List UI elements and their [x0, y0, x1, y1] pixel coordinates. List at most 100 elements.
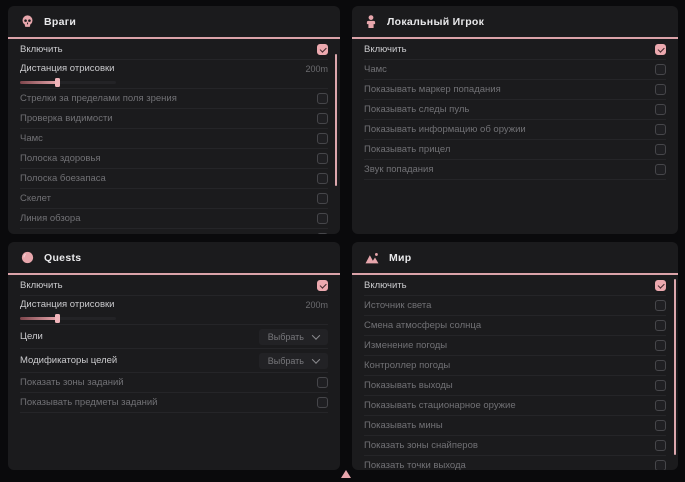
circle-icon — [21, 251, 34, 264]
checkbox[interactable] — [655, 400, 666, 411]
setting-row: Показать зоны заданий — [20, 373, 328, 393]
checkbox[interactable] — [317, 173, 328, 184]
checkbox[interactable] — [655, 420, 666, 431]
setting-row: Показывать прицел — [364, 140, 666, 160]
setting-label: Включить — [20, 280, 63, 291]
checkbox[interactable] — [655, 104, 666, 115]
setting-label: Показывать следы пуль — [20, 233, 125, 234]
person-icon — [365, 15, 377, 28]
checkbox[interactable] — [655, 124, 666, 135]
setting-row: Показать зоны снайперов — [364, 436, 666, 456]
checkbox[interactable] — [655, 84, 666, 95]
setting-label: Показать зоны заданий — [20, 377, 124, 388]
checkbox[interactable] — [655, 144, 666, 155]
checkbox[interactable] — [655, 440, 666, 451]
setting-label: Показывать информацию об оружии — [364, 124, 526, 135]
slider-fill — [20, 317, 58, 320]
checkbox[interactable] — [317, 397, 328, 408]
cursor-icon — [341, 470, 351, 478]
panel-header: Quests — [8, 242, 340, 275]
panel-quests: Quests Включить Дистанция отрисовки200mЦе… — [8, 242, 340, 470]
checkbox[interactable] — [317, 213, 328, 224]
setting-row: Проверка видимости — [20, 109, 328, 129]
checkbox[interactable] — [317, 233, 328, 234]
setting-row: Полоска боезапаса — [20, 169, 328, 189]
setting-row: ЦелиВыбрать — [20, 325, 328, 349]
setting-row: Показывать следы пуль — [364, 100, 666, 120]
panel-title: Локальный Игрок — [387, 16, 484, 28]
setting-row: Контроллер погоды — [364, 356, 666, 376]
setting-row: Изменение погоды — [364, 336, 666, 356]
panel-local-player: Локальный Игрок ВключитьЧамсПоказывать м… — [352, 6, 678, 234]
checkbox[interactable] — [655, 300, 666, 311]
setting-label: Изменение погоды — [364, 340, 447, 351]
checkbox[interactable] — [317, 153, 328, 164]
setting-label: Показать точки выхода — [364, 460, 466, 470]
checkbox[interactable] — [317, 193, 328, 204]
setting-row: Дистанция отрисовки 200m — [20, 60, 328, 89]
setting-row: Дистанция отрисовки200m — [20, 296, 328, 325]
checkbox[interactable] — [655, 320, 666, 331]
setting-label: Показать зоны снайперов — [364, 440, 478, 451]
setting-label: Включить — [20, 44, 63, 55]
setting-row: Включить — [20, 276, 328, 296]
setting-row: Показывать маркер попадания — [364, 80, 666, 100]
checkbox[interactable] — [655, 360, 666, 371]
checkbox[interactable] — [317, 377, 328, 388]
checkbox[interactable] — [317, 133, 328, 144]
setting-label: Источник света — [364, 300, 431, 311]
panel-title: Враги — [44, 16, 76, 28]
setting-label: Показывать мины — [364, 420, 443, 431]
checkbox[interactable] — [317, 44, 328, 55]
setting-label: Показывать стационарное оружие — [364, 400, 516, 411]
checkbox[interactable] — [655, 280, 666, 291]
setting-row: Включить — [20, 40, 328, 60]
setting-row: Смена атмосферы солнца — [364, 316, 666, 336]
setting-label: Чамс — [20, 133, 43, 144]
checkbox[interactable] — [655, 44, 666, 55]
scrollbar-thumb[interactable] — [335, 54, 338, 186]
slider[interactable] — [20, 314, 116, 323]
slider[interactable] — [20, 78, 116, 87]
setting-row: Чамс — [20, 129, 328, 149]
checkbox[interactable] — [317, 113, 328, 124]
setting-row: Звук попадания — [364, 160, 666, 180]
checkbox[interactable] — [655, 64, 666, 75]
checkbox[interactable] — [655, 380, 666, 391]
chevron-down-icon — [312, 355, 320, 363]
scrollbar-thumb[interactable] — [674, 279, 677, 455]
setting-row: Стрелки за пределами поля зрения — [20, 89, 328, 109]
checkbox[interactable] — [317, 280, 328, 291]
setting-label: Полоска боезапаса — [20, 173, 106, 184]
chevron-down-icon — [312, 331, 320, 339]
setting-label: Дистанция отрисовки — [20, 299, 114, 310]
setting-label: Модификаторы целей — [20, 355, 117, 366]
setting-label: Полоска здоровья — [20, 153, 101, 164]
setting-row: Скелет — [20, 189, 328, 209]
setting-label: Дистанция отрисовки — [20, 63, 114, 74]
setting-row: Показывать выходы — [364, 376, 666, 396]
setting-row: Включить — [364, 40, 666, 60]
cheat-menu-screen: Враги Включить Дистанция отрисовки 200m Стр… — [0, 0, 685, 482]
setting-label: Скелет — [20, 193, 51, 204]
panel-title: Quests — [44, 252, 81, 264]
setting-label: Показывать предметы заданий — [20, 397, 157, 408]
slider-value: 200m — [305, 64, 328, 74]
slider-knob[interactable] — [55, 78, 60, 87]
setting-row: Показывать мины — [364, 416, 666, 436]
checkbox[interactable] — [655, 460, 666, 470]
setting-label: Звук попадания — [364, 164, 434, 175]
select-dropdown[interactable]: Выбрать — [259, 353, 328, 369]
setting-row: Источник света — [364, 296, 666, 316]
checkbox[interactable] — [655, 340, 666, 351]
setting-row: Включить — [364, 276, 666, 296]
setting-label: Показывать прицел — [364, 144, 450, 155]
slider-knob[interactable] — [55, 314, 60, 323]
setting-row: Показывать информацию об оружии — [364, 120, 666, 140]
select-dropdown[interactable]: Выбрать — [259, 329, 328, 345]
setting-label: Показывать выходы — [364, 380, 453, 391]
checkbox[interactable] — [655, 164, 666, 175]
select-value: Выбрать — [268, 332, 304, 342]
setting-row: Чамс — [364, 60, 666, 80]
checkbox[interactable] — [317, 93, 328, 104]
